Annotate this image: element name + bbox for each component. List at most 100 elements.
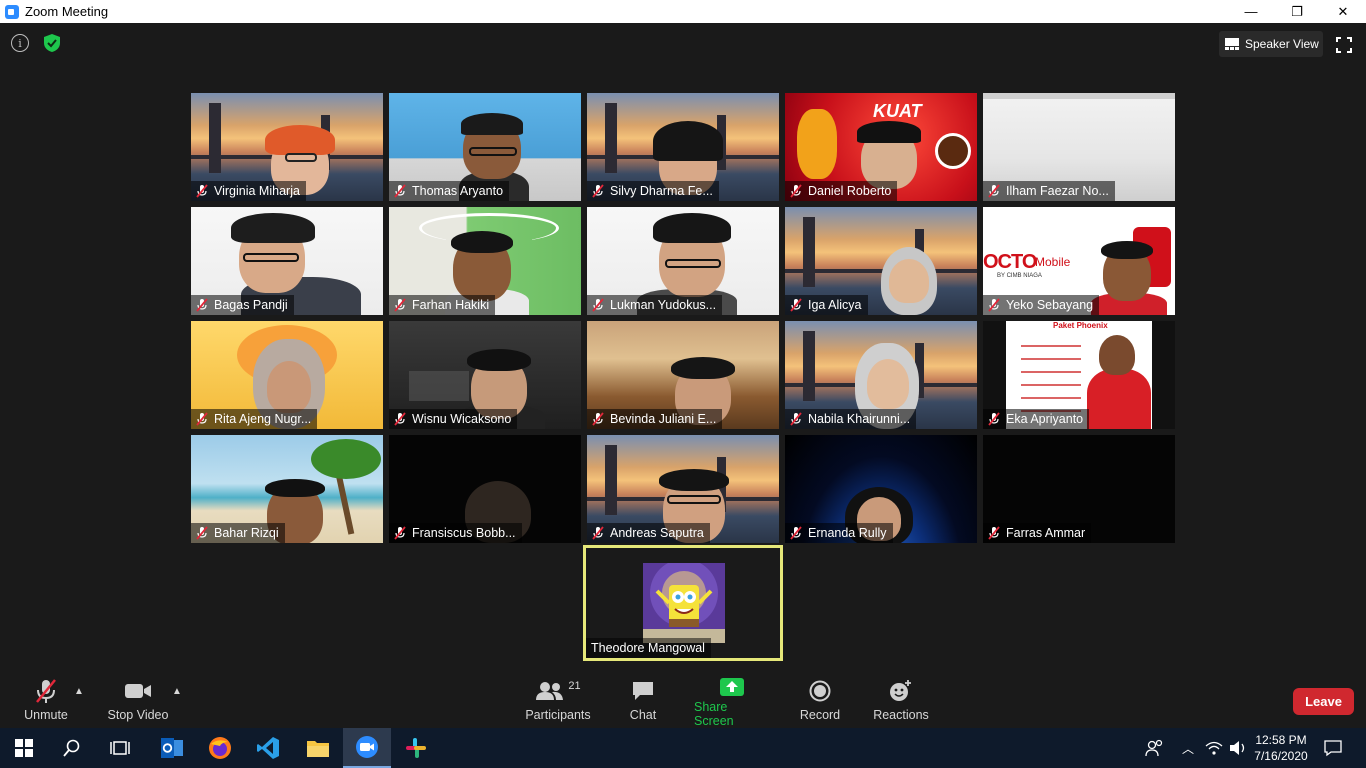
muted-mic-icon [789,412,803,426]
muted-mic-icon [987,184,1001,198]
speaker-view-label: Speaker View [1245,37,1319,51]
muted-mic-icon [36,679,56,703]
participant-tile[interactable]: Wisnu Wicaksono [389,321,581,429]
muted-mic-icon [591,412,605,426]
fullscreen-icon[interactable] [1336,37,1352,53]
zoom-app-icon [5,4,19,19]
participant-tile[interactable]: Ilham Faezar No... [983,93,1175,201]
outlook-taskbar-app[interactable] [148,728,196,768]
info-icon[interactable]: i [11,34,29,52]
muted-mic-icon [789,526,803,540]
participant-name: Ilham Faezar No... [1006,184,1109,198]
chat-button[interactable]: Chat [620,670,666,728]
participant-tile[interactable]: Thomas Aryanto [389,93,581,201]
record-button[interactable]: Record [798,670,842,728]
restore-button[interactable]: ❐ [1274,0,1320,23]
participant-tile[interactable]: Farhan Hakiki [389,207,581,315]
participant-name: Eka Apriyanto [1006,412,1084,426]
participant-tile[interactable]: KUAT Daniel Roberto [785,93,977,201]
zoom-icon [356,736,378,758]
share-screen-label: Share Screen [694,700,734,728]
participant-name: Virginia Miharja [214,184,300,198]
audio-options-chevron-icon[interactable]: ▲ [74,686,84,697]
participant-tile[interactable]: Bagas Pandji [191,207,383,315]
window-controls: — ❐ ✕ [1228,0,1366,23]
reactions-button[interactable]: Reactions [872,670,930,728]
start-button[interactable] [0,728,48,768]
minimize-button[interactable]: — [1228,0,1274,23]
participant-tile[interactable]: Fransiscus Bobb... [389,435,581,543]
participant-name: Silvy Dharma Fe... [610,184,713,198]
muted-mic-icon [393,412,407,426]
search-icon [63,739,80,757]
muted-mic-icon [393,184,407,198]
self-view-tile[interactable]: Theodore Mangowal [583,545,783,661]
participants-button[interactable]: 21 Participants [524,670,592,728]
muted-mic-icon [789,184,803,198]
zoom-taskbar-app[interactable] [343,728,391,768]
participant-name: Farhan Hakiki [412,298,490,312]
muted-mic-icon [987,298,1001,312]
stop-video-button[interactable]: Stop Video [106,670,170,728]
participant-tile[interactable]: Bevinda Juliani E... [587,321,779,429]
participant-name: Thomas Aryanto [412,184,504,198]
participant-tile[interactable]: OCTO Mobile BY CIMB NIAGA Yeko Sebayang [983,207,1175,315]
participant-tile[interactable]: Virginia Miharja [191,93,383,201]
muted-mic-icon [591,526,605,540]
share-screen-button[interactable]: Share Screen [694,670,770,728]
leave-button[interactable]: Leave [1293,688,1354,715]
folder-icon [307,741,329,757]
muted-mic-icon [591,184,605,198]
record-icon [809,680,831,702]
video-options-chevron-icon[interactable]: ▲ [172,686,182,697]
participant-name: Ernanda Rully [808,526,887,540]
muted-mic-icon [393,526,407,540]
close-button[interactable]: ✕ [1320,0,1366,23]
self-name: Theodore Mangowal [586,638,711,658]
participants-icon [536,682,564,700]
shield-icon[interactable] [42,33,62,53]
meeting-area: i Speaker View Virginia Miharja Thomas A… [0,23,1366,670]
participant-name: Lukman Yudokus... [610,298,717,312]
unmute-button[interactable]: Unmute [18,670,74,728]
participant-tile[interactable]: Rita Ajeng Nugr... [191,321,383,429]
participant-name: Rita Ajeng Nugr... [214,412,312,426]
taskbar-clock[interactable]: 12:58 PM 7/16/2020 [1252,732,1310,764]
share-screen-icon [720,678,744,696]
speaker-view-button[interactable]: Speaker View [1219,31,1323,57]
participant-name: Andreas Saputra [610,526,704,540]
participant-tile[interactable]: Paket Phoenix Eka Apriyanto [983,321,1175,429]
vscode-taskbar-app[interactable] [244,728,292,768]
mobile-logo-text: Mobile [1035,255,1071,269]
firefox-icon [209,737,231,759]
muted-mic-icon [987,412,1001,426]
muted-mic-icon [789,298,803,312]
wifi-icon[interactable] [1202,728,1226,768]
participant-tile[interactable]: Iga Alicya [785,207,977,315]
volume-icon[interactable] [1226,728,1250,768]
people-icon[interactable] [1140,728,1168,768]
octo-logo-text: OCTO [983,251,1037,273]
outlook-icon [161,738,183,758]
participant-tile[interactable]: Ernanda Rully [785,435,977,543]
slack-taskbar-app[interactable] [392,728,440,768]
muted-mic-icon [195,526,209,540]
search-button[interactable] [48,728,96,768]
participant-tile[interactable]: Silvy Dharma Fe... [587,93,779,201]
windows-logo-icon [15,739,33,757]
muted-mic-icon [195,298,209,312]
cimb-logo-text: BY CIMB NIAGA [997,273,1042,279]
participant-tile[interactable]: Lukman Yudokus... [587,207,779,315]
participant-tile[interactable]: Farras Ammar [983,435,1175,543]
task-view-button[interactable] [96,728,144,768]
participant-tile[interactable]: Nabila Khairunni... [785,321,977,429]
participant-tile[interactable]: Bahar Rizqi [191,435,383,543]
chat-label: Chat [629,708,657,722]
notification-center-icon[interactable] [1320,728,1346,768]
show-hidden-icons-chevron-icon[interactable]: ︿ [1176,728,1200,768]
file-explorer-taskbar-app[interactable] [294,728,342,768]
participant-name: Fransiscus Bobb... [412,526,516,540]
window-title: Zoom Meeting [25,4,109,19]
participant-tile[interactable]: Andreas Saputra [587,435,779,543]
firefox-taskbar-app[interactable] [196,728,244,768]
